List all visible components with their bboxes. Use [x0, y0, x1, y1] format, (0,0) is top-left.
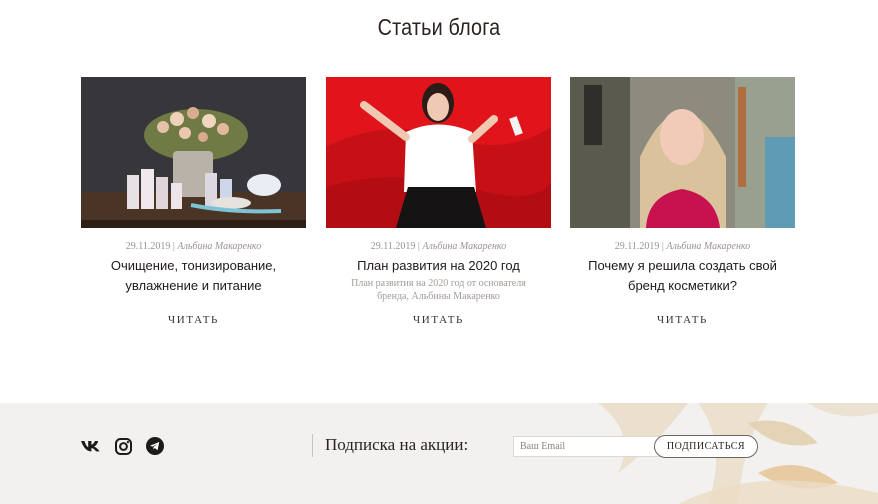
post-date: 29.11.2019 — [614, 241, 660, 252]
post-image-portrait[interactable] — [570, 77, 795, 228]
read-button[interactable]: ЧИТАТЬ — [570, 314, 795, 326]
subscribe-label: Подписка на акции: — [325, 435, 469, 454]
blog-card: 29.11.2019 | Альбина Макаренко План разв… — [326, 77, 551, 326]
footer-divider — [312, 434, 313, 457]
post-meta: 29.11.2019 | Альбина Макаренко — [326, 241, 551, 252]
post-meta: 29.11.2019 | Альбина Макаренко — [570, 241, 795, 252]
blog-card: 29.11.2019 | Альбина Макаренко Почему я … — [570, 77, 795, 326]
post-date: 29.11.2019 — [125, 241, 171, 252]
post-title[interactable]: План развития на 2020 год — [326, 256, 551, 276]
post-author: Альбина Макаренко — [666, 241, 751, 252]
post-author: Альбина Макаренко — [422, 241, 507, 252]
section-title: Статьи блога — [377, 14, 501, 40]
post-date: 29.11.2019 — [370, 241, 416, 252]
blog-cards: 29.11.2019 | Альбина Макаренко Очищение,… — [81, 77, 796, 337]
post-title[interactable]: Очищение, тонизирование, увлажнение и пи… — [81, 256, 306, 296]
post-image-founder-red[interactable] — [326, 77, 551, 228]
email-field[interactable] — [513, 436, 663, 457]
vk-icon[interactable] — [81, 436, 101, 456]
post-author: Альбина Макаренко — [177, 241, 262, 252]
instagram-icon[interactable] — [113, 436, 133, 456]
social-links — [81, 436, 165, 456]
post-excerpt: План развития на 2020 год от основателя … — [351, 278, 526, 302]
telegram-icon[interactable] — [145, 436, 165, 456]
read-button[interactable]: ЧИТАТЬ — [326, 314, 551, 326]
footer: Подписка на акции: ПОДПИСАТЬСЯ — [0, 403, 878, 504]
post-image-cosmetics[interactable] — [81, 77, 306, 228]
read-button[interactable]: ЧИТАТЬ — [81, 314, 306, 326]
blog-card: 29.11.2019 | Альбина Макаренко Очищение,… — [81, 77, 306, 326]
post-title[interactable]: Почему я решила создать свой бренд косме… — [570, 256, 795, 296]
subscribe-button[interactable]: ПОДПИСАТЬСЯ — [654, 435, 758, 458]
post-meta: 29.11.2019 | Альбина Макаренко — [81, 241, 306, 252]
